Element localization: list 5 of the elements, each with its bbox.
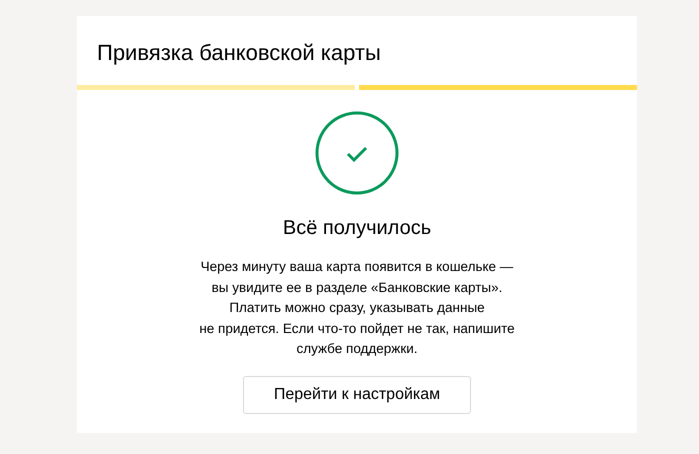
check-circle-icon bbox=[315, 111, 399, 195]
settings-button[interactable]: Перейти к настройкам bbox=[243, 376, 471, 414]
status-message: Через минуту ваша карта появится в кошельке — вы увидите ее в разделе «Банковские карты». Платить можно сразу, указывать данные не придется. Если что-то пойдет не так, напишите службе поддержки. bbox=[199, 258, 515, 358]
status-heading: Всё получилось bbox=[282, 217, 432, 240]
dialog-title: Привязка банковской карты bbox=[96, 39, 382, 67]
